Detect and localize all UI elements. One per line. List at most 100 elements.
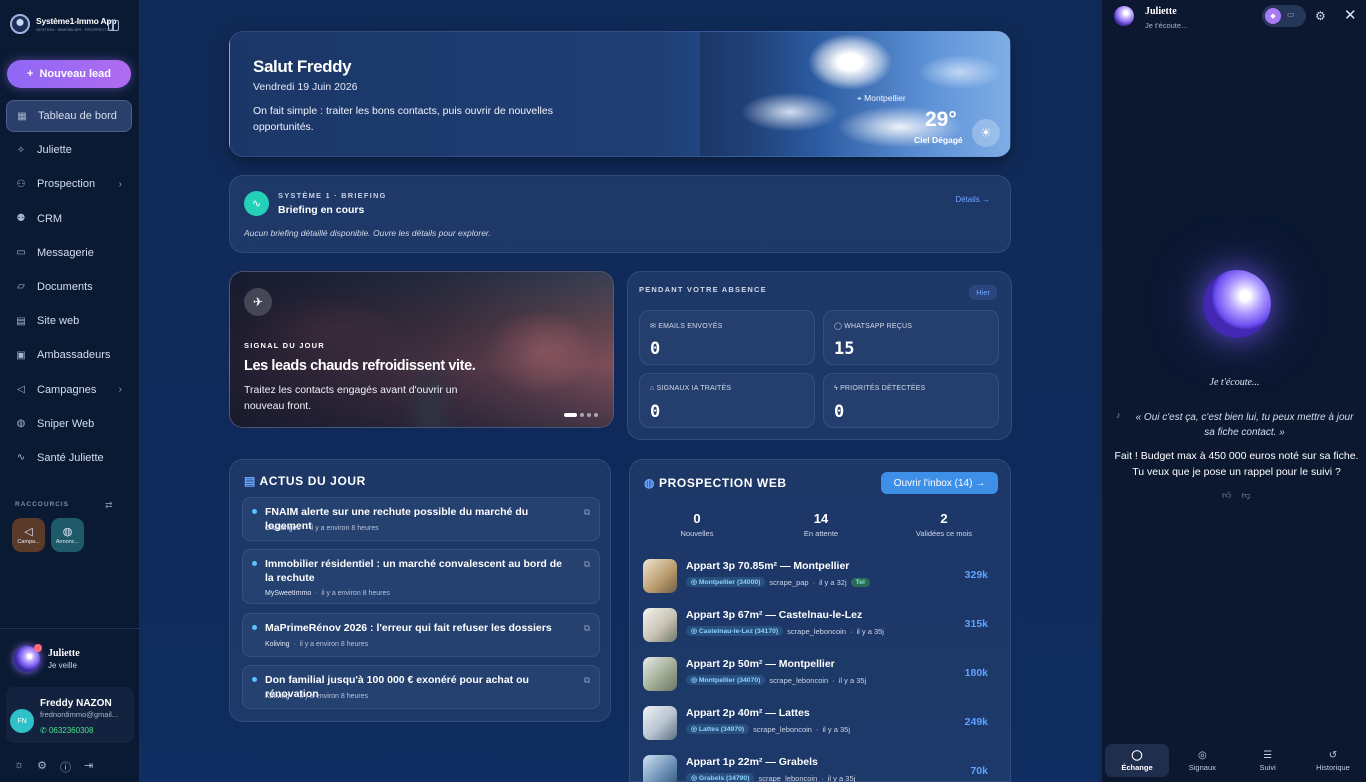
sidebar-item-campagnes[interactable]: ◁ Campagnes › bbox=[6, 374, 132, 406]
stat-validees: 2 Validées ce mois bbox=[915, 511, 973, 538]
sidebar-item-ambassadeurs[interactable]: ▣ Ambassadeurs bbox=[6, 339, 132, 371]
news-title: ▤ ACTUS DU JOUR bbox=[244, 474, 366, 488]
news-item[interactable]: MaPrimeRénov 2026 : l'erreur qui fait re… bbox=[242, 613, 600, 657]
listing-photo bbox=[643, 755, 677, 782]
tab-historique[interactable]: ↺ Historique bbox=[1301, 744, 1365, 777]
listing-title: Appart 3p 70.85m² — Montpellier bbox=[686, 560, 850, 572]
news-item[interactable]: FNAIM alerte sur une rechute possible du… bbox=[242, 497, 600, 541]
sidebar-item-label: Ambassadeurs bbox=[37, 349, 111, 362]
logout-icon[interactable]: ⇥ bbox=[84, 759, 93, 775]
external-link-icon[interactable]: ⧉ bbox=[584, 507, 590, 518]
pulse-icon: ∿ bbox=[16, 452, 26, 464]
listing-title: Appart 1p 22m² — Grabels bbox=[686, 756, 818, 768]
signal-card[interactable]: ✈ SIGNAL DU JOUR Les leads chauds refroi… bbox=[229, 271, 614, 428]
greeting: Salut Freddy bbox=[253, 57, 352, 76]
external-link-icon[interactable]: ⧉ bbox=[584, 623, 590, 634]
sidebar-item-label: Santé Juliette bbox=[37, 451, 104, 464]
location-tag: ◎ Lattes (34970) bbox=[686, 724, 750, 734]
stat-value: 0 bbox=[650, 402, 661, 422]
briefing-note: Aucun briefing détaillé disponible. Ouvr… bbox=[244, 228, 491, 238]
theme-sun-icon[interactable]: ☼ bbox=[14, 759, 24, 775]
tab-signaux[interactable]: ◎ Signaux bbox=[1170, 744, 1234, 777]
listing-row[interactable]: Appart 2p 50m² — Montpellier ◎ Montpelli… bbox=[642, 655, 1002, 695]
stat-label: ϟ PRIORITÉS DÉTECTÉES bbox=[834, 385, 926, 392]
listing-row[interactable]: Appart 1p 22m² — Grabels ◎ Grabels (3479… bbox=[642, 753, 1002, 782]
signal-text: Traitez les contacts engagés avant d'ouv… bbox=[244, 384, 458, 412]
weather-location: ⌖ Montpellier bbox=[857, 93, 906, 104]
sky-background-image bbox=[700, 32, 1010, 156]
thumbs-up-icon[interactable]: 👍︎ bbox=[1222, 490, 1231, 501]
user-email: frednordimmo@gmail... bbox=[40, 710, 119, 719]
shortcut-annonces[interactable]: ◍ Annonc... bbox=[51, 518, 84, 552]
sidebar-item-label: Prospection bbox=[37, 178, 96, 191]
carousel-dots[interactable] bbox=[564, 413, 598, 417]
tab-suivi[interactable]: ☰ Suivi bbox=[1236, 744, 1300, 777]
weather-temperature: 29° bbox=[925, 108, 957, 131]
megaphone-icon: ◁ bbox=[24, 526, 33, 538]
external-link-icon[interactable]: ⧉ bbox=[584, 559, 590, 570]
weather-location-text: Montpellier bbox=[864, 93, 906, 103]
sidebar-item-prospection[interactable]: ⚇ Prospection › bbox=[6, 168, 132, 200]
new-lead-button[interactable]: + Nouveau lead bbox=[7, 60, 131, 88]
bullet bbox=[252, 561, 257, 566]
period-chip[interactable]: Hier bbox=[969, 285, 997, 300]
user-card[interactable]: FN Freddy NAZON frednordimmo@gmail... ✆ … bbox=[6, 687, 134, 743]
info-icon[interactable]: ⓘ bbox=[60, 759, 71, 775]
chevron-right-icon: › bbox=[118, 384, 122, 395]
new-lead-label: Nouveau lead bbox=[39, 68, 111, 80]
open-inbox-button[interactable]: Ouvrir l'inbox (14) → bbox=[881, 472, 998, 494]
edit-shortcuts-icon[interactable]: ⇄ bbox=[105, 500, 113, 511]
sidebar-item-tableau-de-bord[interactable]: ▦ Tableau de bord bbox=[6, 100, 132, 132]
sidebar-item-crm[interactable]: ⚉ CRM bbox=[6, 203, 132, 235]
settings-gear-icon[interactable]: ⚙ bbox=[1315, 9, 1326, 23]
radar-icon: ◎ bbox=[1197, 749, 1207, 761]
assistant-name: Juliette bbox=[48, 648, 80, 659]
close-icon[interactable]: ✕ bbox=[1344, 6, 1357, 24]
grid-icon: ▦ bbox=[17, 110, 27, 122]
sidebar-item-label: Sniper Web bbox=[37, 417, 95, 430]
assistant-panel: Juliette Je t'écoute... ◆ ▭ ⚙ ✕ Je t'éco… bbox=[1101, 0, 1366, 782]
sidebar-item-label: Messagerie bbox=[37, 246, 94, 259]
stat-en-attente: 14 En attente bbox=[803, 511, 839, 538]
listing-row[interactable]: Appart 3p 70.85m² — Montpellier ◎ Montpe… bbox=[642, 557, 1002, 597]
sidebar-item-messagerie[interactable]: ▭ Messagerie bbox=[6, 237, 132, 269]
rocket-icon[interactable]: ✈ bbox=[244, 288, 272, 316]
absence-title: PENDANT VOTRE ABSENCE bbox=[639, 285, 767, 294]
sidebar-footer: ☼ ⚙ ⓘ ⇥ bbox=[14, 759, 93, 775]
users-icon: ⚉ bbox=[16, 213, 26, 225]
voice-orb[interactable] bbox=[1203, 270, 1271, 338]
news-item[interactable]: Don familial jusqu'à 100 000 € exonéré p… bbox=[242, 665, 600, 709]
shortcut-label: Campa... bbox=[17, 539, 40, 545]
sidebar: Système1-Immo App GESTION · IMMOBILIER ·… bbox=[0, 0, 140, 782]
sidebar-item-documents[interactable]: ▱ Documents bbox=[6, 271, 132, 303]
mode-toggle[interactable]: ◆ ▭ bbox=[1262, 5, 1306, 27]
assistant-status[interactable]: Juliette Je veille bbox=[14, 644, 80, 672]
weather-sun-icon[interactable]: ☀ bbox=[972, 119, 1000, 147]
stat-emails: ✉ EMAILS ENVOYÉS 0 bbox=[639, 310, 815, 365]
listing-row[interactable]: Appart 3p 67m² — Castelnau-le-Lez ◎ Cast… bbox=[642, 606, 1002, 646]
signal-kicker: SIGNAL DU JOUR bbox=[244, 341, 325, 350]
thumbs-down-icon[interactable]: 👎︎ bbox=[1241, 490, 1250, 501]
listing-row[interactable]: Appart 2p 40m² — Lattes ◎ Lattes (34970)… bbox=[642, 704, 1002, 744]
chat-icon: ◯ bbox=[1131, 749, 1143, 761]
collapse-sidebar-icon[interactable] bbox=[108, 20, 119, 31]
brand[interactable]: Système1-Immo App GESTION · IMMOBILIER ·… bbox=[10, 14, 117, 34]
sidebar-item-site-web[interactable]: ▤ Site web bbox=[6, 305, 132, 337]
news-meta: Challenges · il y a environ 8 heures bbox=[265, 525, 379, 532]
sidebar-item-label: Campagnes bbox=[37, 383, 97, 396]
sidebar-item-sante-juliette[interactable]: ∿ Santé Juliette bbox=[6, 442, 132, 474]
folder-icon: ▱ bbox=[17, 281, 25, 293]
sidebar-item-sniper-web[interactable]: ◍ Sniper Web bbox=[6, 408, 132, 440]
news-headline: MaPrimeRénov 2026 : l'erreur qui fait re… bbox=[265, 622, 552, 634]
sidebar-item-juliette[interactable]: ✧ Juliette bbox=[6, 134, 132, 166]
listing-price: 180k bbox=[964, 667, 988, 679]
news-item[interactable]: Immobilier résidentiel : un marché conva… bbox=[242, 549, 600, 604]
listing-meta: ◎ Castelnau-le-Lez (34170) scrape_lebonco… bbox=[686, 626, 884, 636]
prospection-title: ◍ PROSPECTION WEB bbox=[644, 476, 787, 490]
shortcut-campagnes[interactable]: ◁ Campa... bbox=[12, 518, 45, 552]
briefing-details-link[interactable]: Détails → bbox=[955, 195, 990, 204]
tab-echange[interactable]: ◯ Échange bbox=[1105, 744, 1169, 777]
external-link-icon[interactable]: ⧉ bbox=[584, 675, 590, 686]
settings-gear-icon[interactable]: ⚙ bbox=[37, 759, 47, 775]
message-icon: ▭ bbox=[16, 247, 26, 259]
